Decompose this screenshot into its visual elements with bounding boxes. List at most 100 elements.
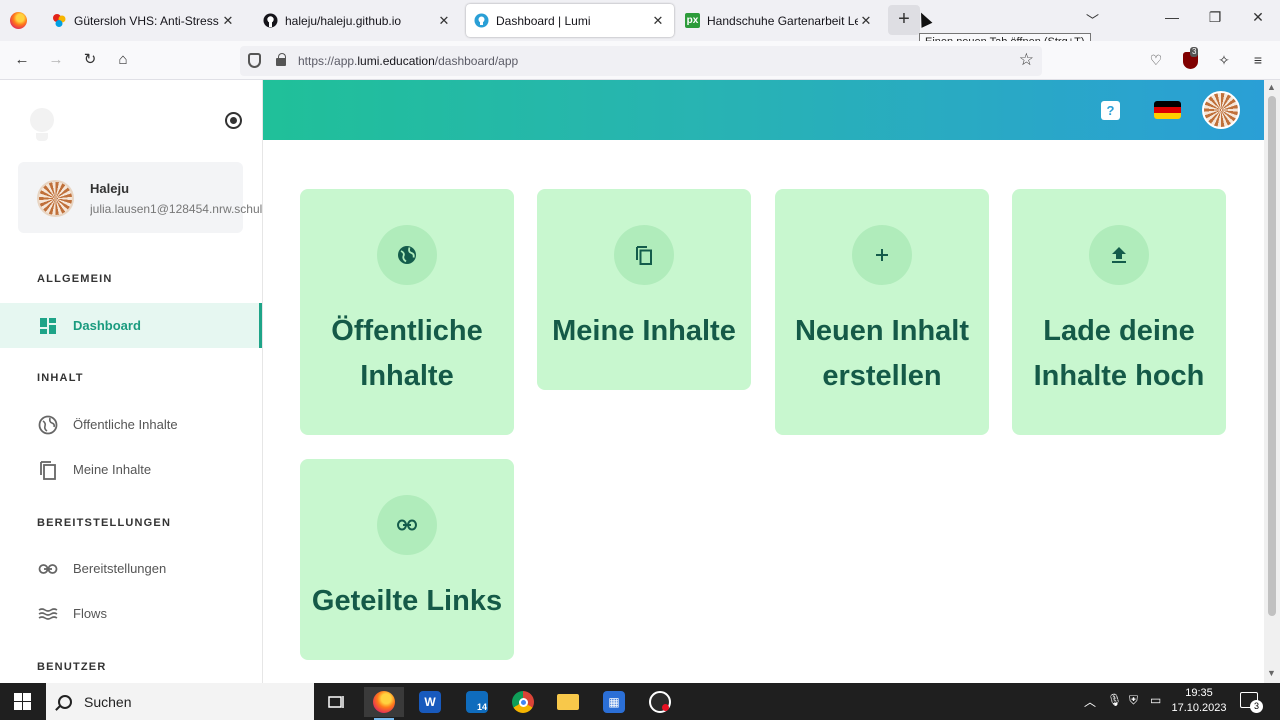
lumi-logo[interactable] <box>28 108 56 144</box>
link-icon <box>37 558 59 580</box>
plus-icon <box>852 225 912 285</box>
github-icon <box>263 13 278 28</box>
tab-title: Dashboard | Lumi <box>496 13 591 28</box>
extensions-puzzle-icon[interactable]: ✧ <box>1215 51 1233 69</box>
sidebar-item-my-content[interactable]: Meine Inhalte <box>0 447 262 492</box>
card-label: Öffentliche Inhalte <box>331 315 483 392</box>
user-card[interactable]: Haleju julia.lausen1@128454.nrw.schule <box>18 162 262 233</box>
close-icon[interactable]: ✕ <box>650 13 666 29</box>
header-avatar[interactable] <box>1202 91 1240 129</box>
taskbar-screen-recorder-icon[interactable] <box>640 687 680 717</box>
card-upload-content[interactable]: Lade deine Inhalte hoch <box>1012 189 1226 435</box>
copy-icon <box>37 459 59 481</box>
lumi-icon <box>474 13 489 28</box>
windows-start-icon[interactable] <box>14 693 31 710</box>
lock-icon[interactable] <box>276 53 286 66</box>
sidebar-item-label: Meine Inhalte <box>73 462 152 477</box>
search-icon <box>58 694 72 709</box>
card-label: Neuen Inhalt erstellen <box>794 315 969 392</box>
lumi-logo-bulb <box>30 108 54 132</box>
extension-badge: 3 <box>1190 47 1199 57</box>
upload-icon <box>1089 225 1149 285</box>
card-label: Lade deine Inhalte hoch <box>1033 315 1205 392</box>
card-create-content[interactable]: Neuen Inhalt erstellen <box>775 189 989 435</box>
sidebar-item-deployments[interactable]: Bereitstellungen <box>0 546 262 591</box>
px-icon: px <box>685 13 700 28</box>
close-icon[interactable]: ✕ <box>858 13 874 29</box>
tab-lumi-dashboard[interactable]: Dashboard | Lumi ✕ <box>466 4 674 37</box>
sidebar-item-dashboard[interactable]: Dashboard <box>0 303 262 348</box>
back-arrow-icon[interactable]: ← <box>11 49 33 71</box>
section-heading-general: ALLGEMEIN <box>37 273 113 285</box>
browser-navbar: ← → ↻ ⌂ https://app.lumi.education/dashb… <box>0 41 1280 80</box>
firefox-logo-icon[interactable] <box>10 12 27 29</box>
tab-title: Handschuhe Gartenarbeit Leder <box>707 13 858 28</box>
section-heading-users: BENUTZER <box>37 661 107 673</box>
new-tab-button[interactable]: + <box>888 5 920 35</box>
taskbar-file-explorer-icon[interactable] <box>548 687 588 717</box>
tab-handschuhe[interactable]: px Handschuhe Gartenarbeit Leder ✕ <box>677 4 882 37</box>
taskbar-word-icon[interactable]: W <box>410 687 450 717</box>
tab-github[interactable]: haleju/haleju.github.io ✕ <box>255 4 460 37</box>
forward-arrow-icon[interactable]: → <box>45 49 67 71</box>
sidebar-pin-toggle-icon[interactable] <box>225 112 242 129</box>
scrollbar-thumb[interactable] <box>1268 96 1276 616</box>
user-name: Haleju <box>90 181 130 196</box>
restore-icon[interactable]: ❐ <box>1192 9 1238 26</box>
minimize-icon[interactable]: — <box>1149 9 1195 25</box>
sidebar-item-public-content[interactable]: Öffentliche Inhalte <box>0 402 262 447</box>
url-scheme: https://app. <box>298 54 358 68</box>
taskbar-search-box[interactable]: Suchen <box>46 683 314 720</box>
section-heading-content: INHALT <box>37 372 84 384</box>
copy-icon <box>614 225 674 285</box>
close-icon[interactable]: ✕ <box>436 13 452 29</box>
url-text[interactable]: https://app.lumi.education/dashboard/app <box>298 54 518 68</box>
globe-icon <box>377 225 437 285</box>
card-shared-links[interactable]: Geteilte Links <box>300 459 514 660</box>
vhs-icon <box>52 13 67 28</box>
taskbar-firefox-icon[interactable] <box>364 687 404 720</box>
card-label: Meine Inhalte <box>552 315 736 347</box>
task-view-icon[interactable] <box>317 687 357 717</box>
tab-vhs[interactable]: Gütersloh VHS: Anti-Stress koch ✕ <box>44 4 244 37</box>
url-path: /dashboard/app <box>434 54 519 68</box>
mail-badge: 14 <box>466 691 488 713</box>
list-all-tabs-chevron-icon[interactable]: ﹀ <box>1086 10 1099 29</box>
waves-icon <box>37 603 59 625</box>
defender-shield-icon[interactable]: ⛨ <box>1129 693 1138 708</box>
sidebar-item-label: Flows <box>73 606 107 621</box>
tracking-protection-shield-icon[interactable] <box>248 53 261 68</box>
windows-taskbar: Suchen W 14 ▦ ︿ 🎙 ⛨ ▭ 19:35 17.10.2023 3 <box>0 683 1280 720</box>
battery-icon[interactable]: ▭ <box>1150 693 1161 707</box>
url-bar[interactable]: https://app.lumi.education/dashboard/app… <box>240 46 1042 76</box>
lumi-logo-base <box>36 133 48 141</box>
german-flag-icon[interactable] <box>1154 101 1181 119</box>
tab-title: Gütersloh VHS: Anti-Stress koch <box>74 13 220 28</box>
tray-overflow-chevron-icon[interactable]: ︿ <box>1084 693 1096 710</box>
reload-icon[interactable]: ↻ <box>79 49 101 71</box>
taskbar-search-label: Suchen <box>84 693 132 710</box>
home-icon[interactable]: ⌂ <box>112 49 134 71</box>
card-public-content[interactable]: Öffentliche Inhalte <box>300 189 514 435</box>
bookmark-star-icon[interactable]: ☆ <box>1019 50 1034 70</box>
microphone-icon[interactable]: 🎙 <box>1107 693 1122 707</box>
help-button[interactable]: ? <box>1101 101 1120 120</box>
taskbar-chrome-icon[interactable] <box>503 687 543 717</box>
clock-date: 17.10.2023 <box>1171 702 1227 714</box>
sidebar-item-flows[interactable]: Flows <box>0 591 262 636</box>
sidebar: Haleju julia.lausen1@128454.nrw.schule A… <box>0 80 263 683</box>
section-heading-deployments: BEREITSTELLUNGEN <box>37 517 172 529</box>
scroll-up-arrow-icon[interactable]: ▲ <box>1267 82 1276 92</box>
taskbar-clock[interactable]: 19:35 17.10.2023 <box>1168 686 1230 716</box>
page-scrollbar[interactable]: ▲ ▼ <box>1264 80 1280 683</box>
taskbar-mail-icon[interactable]: 14 <box>457 687 497 717</box>
card-my-content[interactable]: Meine Inhalte <box>537 189 751 390</box>
scroll-down-arrow-icon[interactable]: ▼ <box>1267 668 1276 678</box>
close-icon[interactable]: ✕ <box>220 13 236 29</box>
menu-hamburger-icon[interactable]: ≡ <box>1249 51 1267 69</box>
window-close-icon[interactable]: ✕ <box>1235 9 1280 26</box>
sidebar-item-label: Bereitstellungen <box>73 561 167 576</box>
taskbar-document-app-icon[interactable]: ▦ <box>594 687 634 717</box>
notification-badge: 3 <box>1250 700 1263 713</box>
pocket-icon[interactable]: ♡ <box>1147 51 1165 69</box>
